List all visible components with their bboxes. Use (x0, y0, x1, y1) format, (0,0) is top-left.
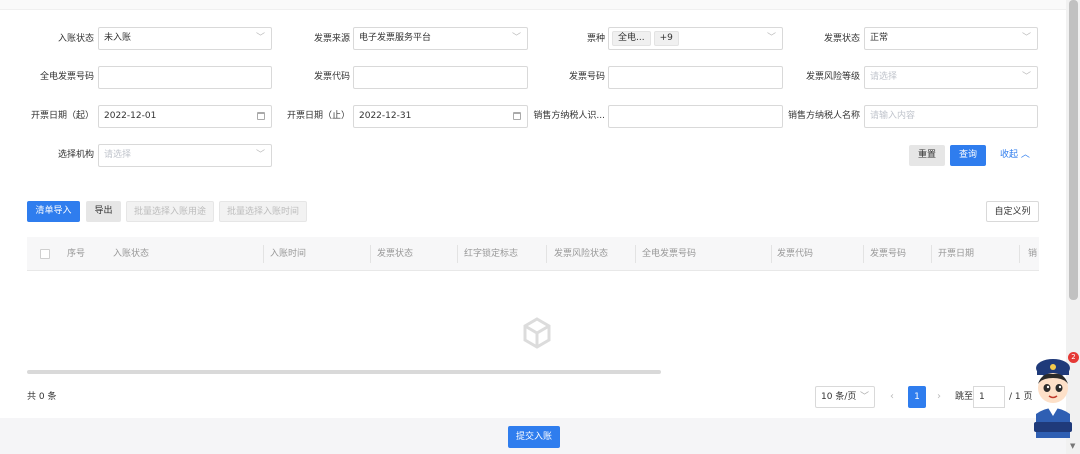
col-divider (370, 245, 371, 263)
full-invoice-no-label: 全电发票号码 (39, 72, 94, 82)
invoice-type-tag[interactable]: 全电... (612, 31, 651, 46)
invoice-type-more-tag[interactable]: +9 (653, 31, 679, 46)
date-end-value: 2022-12-31 (359, 111, 412, 121)
chevron-down-icon: ﹀ (511, 33, 521, 43)
col-risk-status: 发票风险状态 (554, 249, 609, 259)
import-list-button[interactable]: 清单导入 (27, 201, 80, 222)
seller-name-label: 销售方纳税人名称 (787, 111, 860, 121)
risk-level-placeholder: 请选择 (870, 72, 898, 82)
col-divider (931, 245, 932, 263)
risk-level-label: 发票风险等级 (805, 72, 860, 82)
select-all-checkbox[interactable] (40, 249, 50, 259)
seller-name-input[interactable]: 请输入内容 (864, 105, 1038, 128)
risk-level-select[interactable]: 请选择 ﹀ (864, 66, 1038, 89)
invoice-type-label: 票种 (586, 34, 605, 44)
col-divider (771, 245, 772, 263)
date-end-picker[interactable]: 2022-12-31 (353, 105, 528, 128)
date-start-label: 开票日期（起） (30, 111, 94, 121)
goto-page-input[interactable]: 1 (973, 386, 1005, 408)
col-seller-truncated: 销 (1028, 249, 1038, 259)
page-size-value: 10 条/页 (821, 392, 857, 402)
empty-data-icon (523, 317, 551, 349)
total-pages: / 1 页 (1009, 392, 1033, 402)
page-size-select[interactable]: 10 条/页 ﹀ (815, 386, 875, 408)
invoice-status-select[interactable]: 正常 ﹀ (864, 27, 1038, 50)
prev-page-icon[interactable]: ‹ (890, 386, 894, 408)
col-divider (635, 245, 636, 263)
org-select[interactable]: 请选择 ﹀ (98, 144, 272, 167)
reset-button[interactable]: 重置 (909, 145, 945, 166)
col-invoice-number: 发票号码 (870, 249, 907, 259)
scroll-down-arrow-icon[interactable]: ▼ (1070, 442, 1075, 450)
assistant-mascot-icon[interactable] (1030, 356, 1076, 438)
entry-status-select[interactable]: 未入账 ﹀ (98, 27, 272, 50)
chevron-down-icon: ﹀ (859, 392, 869, 402)
submit-entry-button[interactable]: 提交入账 (508, 426, 560, 448)
invoice-source-value: 电子发票服务平台 (359, 33, 432, 43)
seller-tax-id-input[interactable] (608, 105, 783, 128)
chevron-down-icon: ﹀ (255, 150, 265, 160)
date-start-value: 2022-12-01 (104, 111, 157, 121)
main-panel: 入账状态 未入账 ﹀ 发票来源 电子发票服务平台 ﹀ 票种 全电... +9 ﹀ … (0, 0, 1066, 418)
total-count: 共 0 条 (27, 392, 57, 402)
chevron-down-icon: ﹀ (1021, 33, 1031, 43)
invoice-code-label: 发票代码 (313, 72, 350, 82)
col-divider (457, 245, 458, 263)
col-index: 序号 (67, 249, 86, 259)
table-header: 序号 入账状态 入账时间 发票状态 红字锁定标志 发票风险状态 全电发票号码 发… (27, 237, 1039, 271)
invoice-number-label: 发票号码 (568, 72, 605, 82)
entry-status-label: 入账状态 (57, 34, 94, 44)
col-full-invoice-no: 全电发票号码 (642, 249, 697, 259)
calendar-icon (257, 112, 265, 120)
chevron-down-icon: ﹀ (255, 33, 265, 43)
goto-label: 跳至 (955, 392, 974, 402)
horizontal-scrollbar[interactable] (27, 370, 661, 374)
top-band (0, 0, 1066, 10)
chevron-up-icon: ︿ (1020, 150, 1030, 160)
date-end-label: 开票日期（止） (286, 111, 350, 121)
calendar-icon (513, 112, 521, 120)
col-entry-status: 入账状态 (113, 249, 150, 259)
col-divider (1019, 245, 1020, 263)
col-entry-time: 入账时间 (270, 249, 307, 259)
org-label: 选择机构 (57, 150, 94, 160)
col-divider (863, 245, 864, 263)
entry-status-value: 未入账 (104, 33, 132, 43)
invoice-status-value: 正常 (870, 33, 889, 43)
date-start-picker[interactable]: 2022-12-01 (98, 105, 272, 128)
custom-columns-button[interactable]: 自定义列 (986, 201, 1039, 222)
batch-time-button[interactable]: 批量选择入账时间 (219, 201, 307, 222)
invoice-source-select[interactable]: 电子发票服务平台 ﹀ (353, 27, 528, 50)
col-invoice-code: 发票代码 (777, 249, 814, 259)
query-button[interactable]: 查询 (950, 145, 986, 166)
full-invoice-no-input[interactable] (98, 66, 272, 89)
col-issue-date: 开票日期 (938, 249, 975, 259)
invoice-status-label: 发票状态 (823, 34, 860, 44)
current-page-button[interactable]: 1 (908, 386, 926, 408)
col-divider (546, 245, 547, 263)
col-divider (263, 245, 264, 263)
invoice-number-input[interactable] (608, 66, 783, 89)
notification-badge: 2 (1068, 352, 1079, 363)
export-button[interactable]: 导出 (86, 201, 121, 222)
next-page-icon[interactable]: › (937, 386, 941, 408)
invoice-type-select[interactable]: 全电... +9 ﹀ (608, 27, 783, 50)
col-invoice-status: 发票状态 (377, 249, 414, 259)
chevron-down-icon: ﹀ (766, 33, 776, 43)
vertical-scrollbar-thumb[interactable] (1069, 0, 1078, 300)
col-red-lock: 红字锁定标志 (464, 249, 519, 259)
org-placeholder: 请选择 (104, 150, 132, 160)
invoice-code-input[interactable] (353, 66, 528, 89)
seller-name-placeholder: 请输入内容 (870, 111, 916, 121)
collapse-label: 收起 (1000, 150, 1019, 160)
chevron-down-icon: ﹀ (1021, 72, 1031, 82)
seller-tax-id-label: 销售方纳税人识... (533, 111, 605, 121)
invoice-source-label: 发票来源 (313, 34, 350, 44)
collapse-link[interactable]: 收起 ︿ (1000, 145, 1030, 166)
batch-purpose-button[interactable]: 批量选择入账用途 (126, 201, 214, 222)
